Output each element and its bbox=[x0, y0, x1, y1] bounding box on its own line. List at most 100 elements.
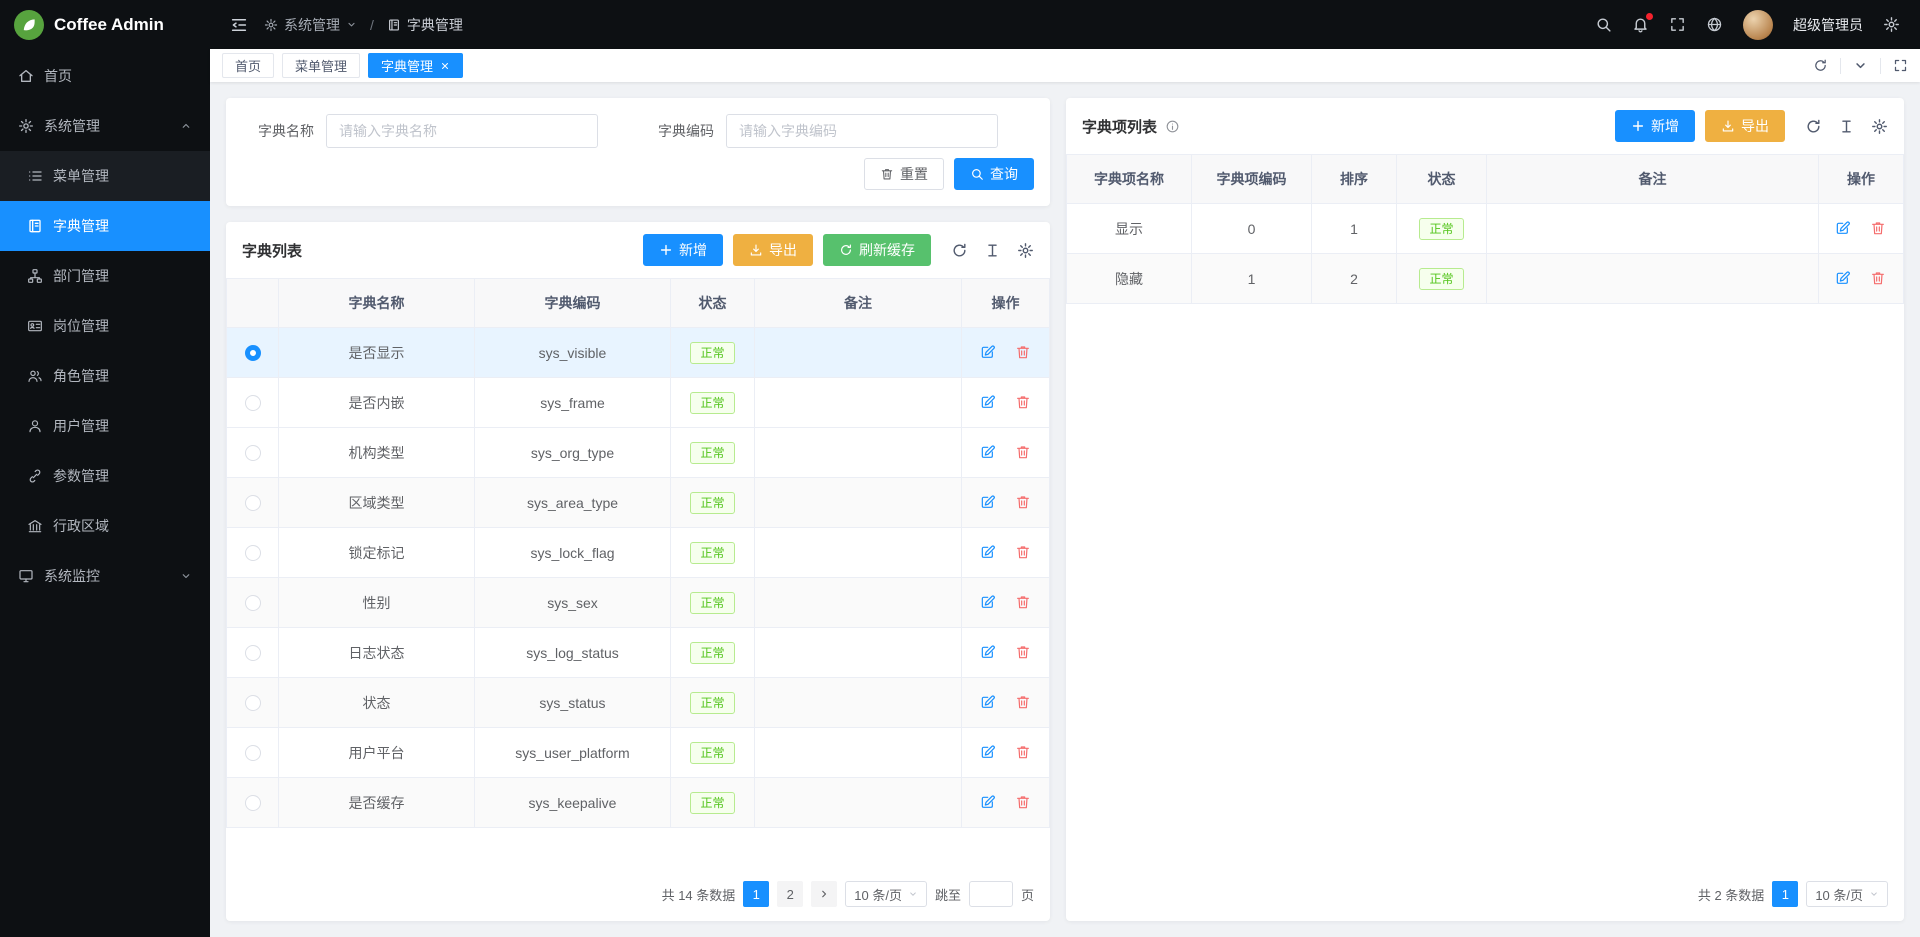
column-settings-gear-icon[interactable] bbox=[1871, 118, 1888, 135]
row-radio[interactable] bbox=[245, 445, 261, 461]
delete-icon[interactable] bbox=[1015, 544, 1032, 561]
jump-page-input[interactable] bbox=[969, 881, 1013, 907]
delete-icon[interactable] bbox=[1870, 270, 1887, 287]
table-row[interactable]: 显示 0 1 正常 bbox=[1067, 204, 1904, 254]
font-size-icon[interactable] bbox=[1838, 118, 1855, 135]
sidebar-item-role-management[interactable]: 角色管理 bbox=[0, 351, 210, 401]
sidebar-item-param-management[interactable]: 参数管理 bbox=[0, 451, 210, 501]
table-row[interactable]: 状态 sys_status 正常 bbox=[227, 678, 1050, 728]
edit-icon[interactable] bbox=[980, 394, 997, 411]
row-radio[interactable] bbox=[245, 795, 261, 811]
sidebar-item-admin-region[interactable]: 行政区域 bbox=[0, 501, 210, 551]
row-radio[interactable] bbox=[245, 395, 261, 411]
chevron-down-icon[interactable] bbox=[1853, 58, 1868, 73]
table-row[interactable]: 区域类型 sys_area_type 正常 bbox=[227, 478, 1050, 528]
row-radio[interactable] bbox=[245, 745, 261, 761]
delete-icon[interactable] bbox=[1015, 794, 1032, 811]
refresh-icon[interactable] bbox=[1813, 58, 1828, 73]
edit-icon[interactable] bbox=[980, 544, 997, 561]
delete-icon[interactable] bbox=[1015, 594, 1032, 611]
delete-icon[interactable] bbox=[1015, 444, 1032, 461]
delete-icon[interactable] bbox=[1015, 344, 1032, 361]
fullscreen-icon[interactable] bbox=[1669, 16, 1686, 33]
table-row[interactable]: 机构类型 sys_org_type 正常 bbox=[227, 428, 1050, 478]
query-button[interactable]: 查询 bbox=[954, 158, 1034, 190]
refresh-icon[interactable] bbox=[951, 242, 968, 259]
page-button-2[interactable]: 2 bbox=[777, 881, 803, 907]
edit-icon[interactable] bbox=[980, 794, 997, 811]
reset-button[interactable]: 重置 bbox=[864, 158, 944, 190]
delete-icon[interactable] bbox=[1870, 220, 1887, 237]
translate-icon[interactable] bbox=[1706, 16, 1723, 33]
avatar[interactable] bbox=[1743, 10, 1773, 40]
tab-dict-management[interactable]: 字典管理 bbox=[368, 53, 463, 78]
sidebar-item-post-management[interactable]: 岗位管理 bbox=[0, 301, 210, 351]
delete-icon[interactable] bbox=[1015, 694, 1032, 711]
sidebar-item-label: 行政区域 bbox=[53, 516, 109, 536]
app-logo[interactable]: Coffee Admin bbox=[0, 0, 210, 49]
export-button[interactable]: 导出 bbox=[1705, 110, 1785, 142]
sidebar-item-system-management[interactable]: 系统管理 bbox=[0, 101, 210, 151]
menu-fold-icon[interactable] bbox=[230, 16, 248, 34]
sidebar-item-dept-management[interactable]: 部门管理 bbox=[0, 251, 210, 301]
row-radio[interactable] bbox=[245, 345, 261, 361]
table-row[interactable]: 隐藏 1 2 正常 bbox=[1067, 254, 1904, 304]
next-page-button[interactable] bbox=[811, 881, 837, 907]
edit-icon[interactable] bbox=[980, 494, 997, 511]
page-size-select[interactable]: 10 条/页 bbox=[1806, 881, 1888, 907]
delete-icon[interactable] bbox=[1015, 394, 1032, 411]
edit-icon[interactable] bbox=[980, 594, 997, 611]
table-row[interactable]: 是否内嵌 sys_frame 正常 bbox=[227, 378, 1050, 428]
sidebar-item-home[interactable]: 首页 bbox=[0, 51, 210, 101]
row-radio[interactable] bbox=[245, 645, 261, 661]
column-settings-gear-icon[interactable] bbox=[1017, 242, 1034, 259]
page-button-1[interactable]: 1 bbox=[743, 881, 769, 907]
refresh-cache-button[interactable]: 刷新缓存 bbox=[823, 234, 931, 266]
font-size-icon[interactable] bbox=[984, 242, 1001, 259]
notification-bell[interactable] bbox=[1632, 16, 1649, 33]
page-button-1[interactable]: 1 bbox=[1772, 881, 1798, 907]
export-button[interactable]: 导出 bbox=[733, 234, 813, 266]
table-row[interactable]: 是否显示 sys_visible 正常 bbox=[227, 328, 1050, 378]
user-name[interactable]: 超级管理员 bbox=[1793, 15, 1863, 35]
edit-icon[interactable] bbox=[980, 694, 997, 711]
sidebar-item-user-management[interactable]: 用户管理 bbox=[0, 401, 210, 451]
sidebar-item-dict-management[interactable]: 字典管理 bbox=[0, 201, 210, 251]
close-icon[interactable] bbox=[440, 61, 450, 71]
add-button[interactable]: 新增 bbox=[1615, 110, 1695, 142]
page-size-select[interactable]: 10 条/页 bbox=[845, 881, 927, 907]
edit-icon[interactable] bbox=[1835, 270, 1852, 287]
table-row[interactable]: 日志状态 sys_log_status 正常 bbox=[227, 628, 1050, 678]
row-radio[interactable] bbox=[245, 545, 261, 561]
dict-code-field: 字典编码 bbox=[642, 114, 998, 148]
add-button[interactable]: 新增 bbox=[643, 234, 723, 266]
row-radio[interactable] bbox=[245, 495, 261, 511]
edit-icon[interactable] bbox=[980, 644, 997, 661]
table-row[interactable]: 锁定标记 sys_lock_flag 正常 bbox=[227, 528, 1050, 578]
row-radio[interactable] bbox=[245, 595, 261, 611]
delete-icon[interactable] bbox=[1015, 744, 1032, 761]
delete-icon[interactable] bbox=[1015, 644, 1032, 661]
dict-code-input[interactable] bbox=[726, 114, 998, 148]
breadcrumb-system-management[interactable]: 系统管理 bbox=[264, 15, 357, 35]
status-badge: 正常 bbox=[690, 592, 734, 614]
sidebar-item-menu-management[interactable]: 菜单管理 bbox=[0, 151, 210, 201]
table-row[interactable]: 性别 sys_sex 正常 bbox=[227, 578, 1050, 628]
dict-name-input[interactable] bbox=[326, 114, 598, 148]
settings-gear-icon[interactable] bbox=[1883, 16, 1900, 33]
edit-icon[interactable] bbox=[980, 344, 997, 361]
row-radio[interactable] bbox=[245, 695, 261, 711]
edit-icon[interactable] bbox=[980, 744, 997, 761]
radio-column-header bbox=[227, 279, 279, 328]
tab-menu-management[interactable]: 菜单管理 bbox=[282, 53, 360, 78]
table-row[interactable]: 用户平台 sys_user_platform 正常 bbox=[227, 728, 1050, 778]
refresh-icon[interactable] bbox=[1805, 118, 1822, 135]
search-icon[interactable] bbox=[1595, 16, 1612, 33]
table-row[interactable]: 是否缓存 sys_keepalive 正常 bbox=[227, 778, 1050, 828]
edit-icon[interactable] bbox=[1835, 220, 1852, 237]
sidebar-item-system-monitor[interactable]: 系统监控 bbox=[0, 551, 210, 601]
edit-icon[interactable] bbox=[980, 444, 997, 461]
layout-toggle-icon[interactable] bbox=[1893, 58, 1908, 73]
delete-icon[interactable] bbox=[1015, 494, 1032, 511]
tab-home[interactable]: 首页 bbox=[222, 53, 274, 78]
